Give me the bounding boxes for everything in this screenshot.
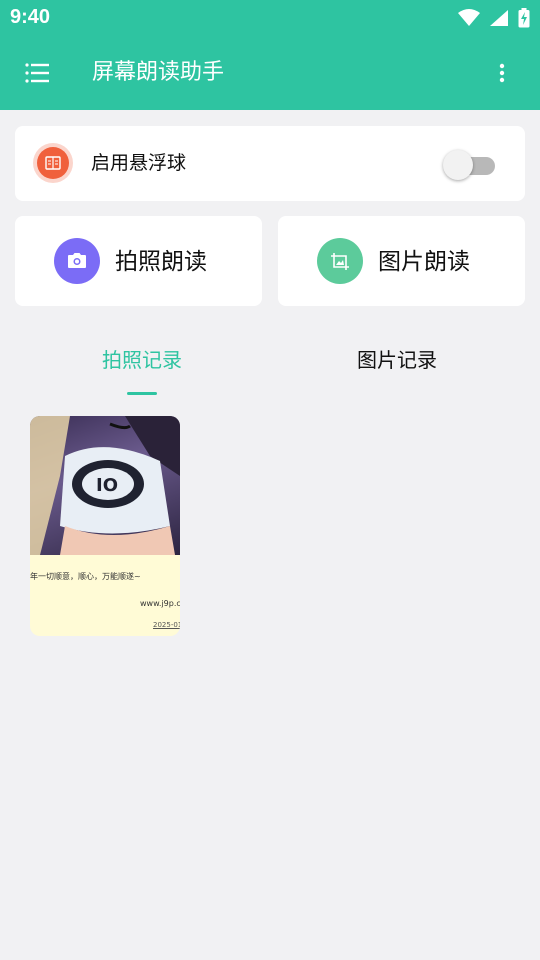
float-ball-toggle[interactable]: [443, 148, 499, 180]
record-date: 2025-01: [153, 621, 180, 629]
svg-text:IO: IO: [96, 475, 118, 496]
app-title: 屏幕朗读助手: [92, 60, 225, 85]
image-read-icon-badge: [317, 238, 363, 284]
status-time: 9:40: [10, 6, 51, 28]
image-read-label: 图片朗读: [378, 249, 470, 275]
float-ball-icon-badge: [33, 143, 73, 183]
image-read-button[interactable]: 图片朗读: [278, 216, 525, 306]
record-caption: 年一切顺意，顺心，万能顺遂~: [30, 572, 141, 581]
more-options-button[interactable]: [490, 58, 514, 88]
record-site: www.j9p.co: [140, 599, 180, 608]
battery-charging-icon: [518, 7, 530, 27]
tab-indicator: [127, 392, 157, 395]
more-vertical-icon: [499, 63, 505, 83]
book-icon: [45, 156, 61, 170]
cell-signal-icon: [489, 9, 508, 26]
status-icons: [454, 7, 530, 29]
tab-image-records[interactable]: 图片记录: [270, 344, 524, 376]
float-ball-card: 启用悬浮球: [15, 126, 525, 201]
tab-photo-records[interactable]: 拍照记录: [15, 344, 269, 376]
record-photo: IO: [30, 416, 180, 555]
status-bar: 9:40: [0, 0, 540, 36]
camera-icon: [68, 253, 86, 268]
image-icon: [331, 253, 349, 270]
photo-read-button[interactable]: 拍照朗读: [15, 216, 262, 306]
record-photo-drawing: IO: [30, 416, 180, 555]
list-menu-icon: [25, 63, 49, 83]
top-bar: 9:40 屏幕朗读助手: [0, 0, 540, 110]
record-thumbnail[interactable]: IO 年一切顺意，顺心，万能顺遂~ www.j9p.co 2025-01: [30, 416, 180, 636]
toggle-knob: [443, 150, 473, 180]
app-bar: 屏幕朗读助手: [0, 36, 540, 110]
wifi-icon: [457, 8, 480, 26]
menu-button[interactable]: [22, 58, 54, 88]
float-ball-label: 启用悬浮球: [91, 152, 187, 174]
photo-read-label: 拍照朗读: [115, 249, 207, 275]
photo-read-icon-badge: [54, 238, 100, 284]
